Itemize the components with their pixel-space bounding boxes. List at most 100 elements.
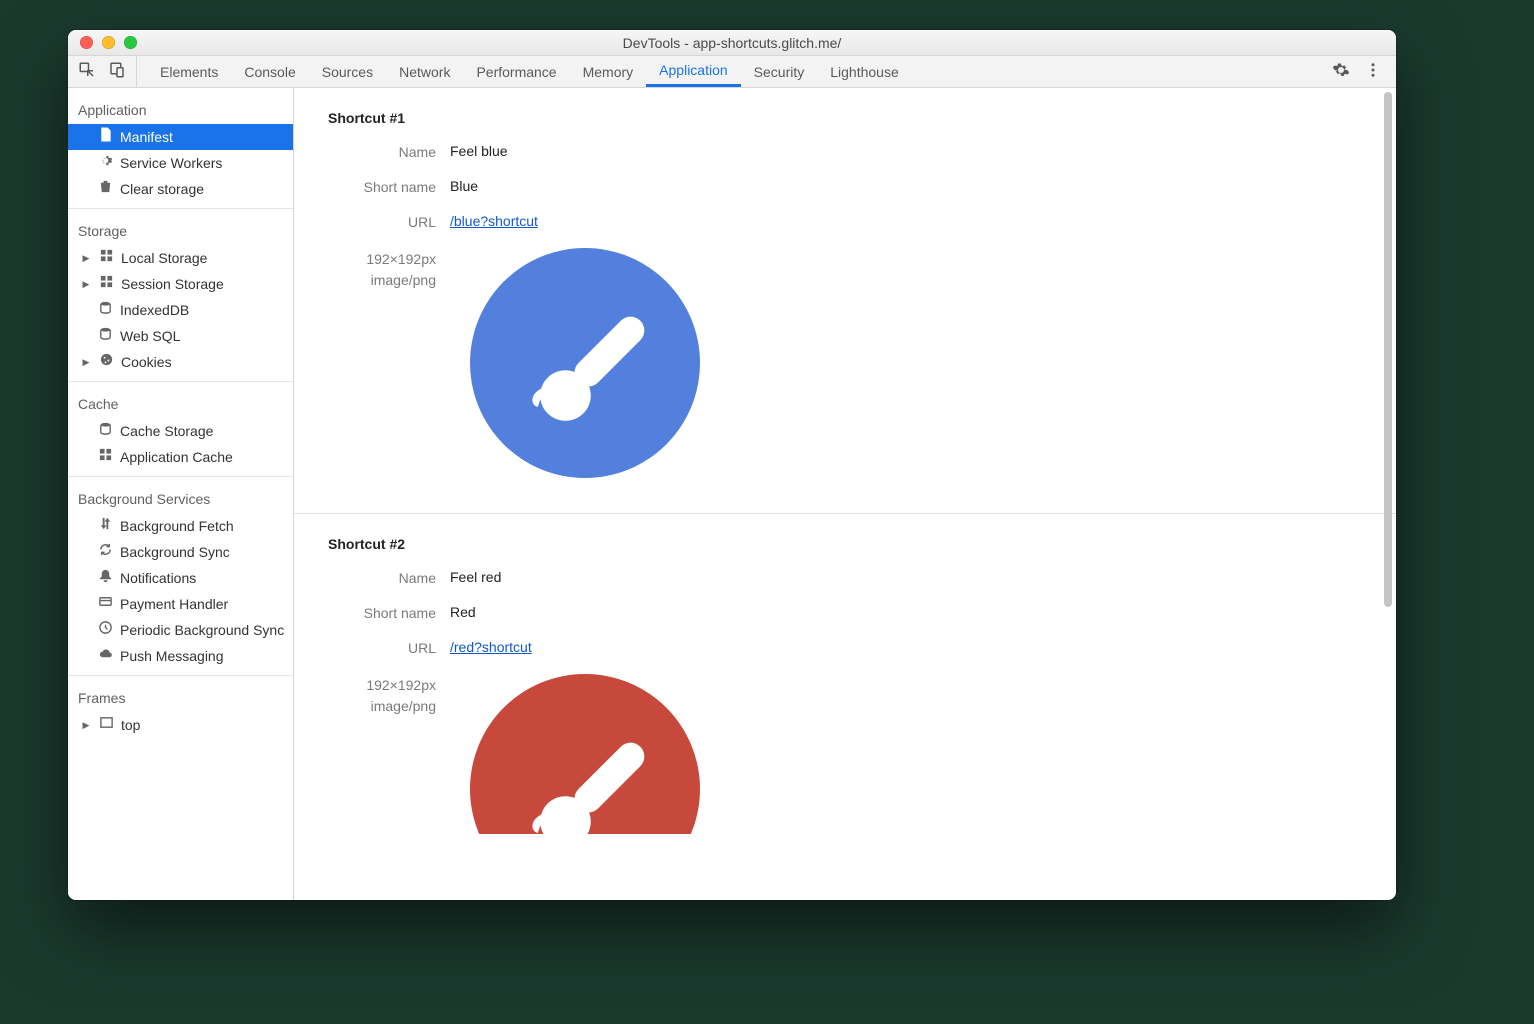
tab-security[interactable]: Security	[741, 56, 818, 87]
icon-size-label: 192×192px	[328, 249, 436, 270]
sidebar-item-manifest[interactable]: Manifest	[68, 124, 293, 150]
brush-icon	[470, 248, 700, 478]
trash-icon	[98, 179, 113, 199]
db-icon	[98, 326, 113, 346]
inspect-element-icon[interactable]	[78, 61, 96, 82]
field-label-url: URL	[328, 639, 436, 656]
db-icon	[98, 421, 113, 441]
sidebar-item-clear-storage[interactable]: Clear storage	[68, 176, 293, 202]
sidebar-item-label: Background Sync	[120, 542, 230, 562]
bell-icon	[98, 568, 113, 588]
group-bg-services: Background Services	[68, 483, 293, 513]
settings-icon[interactable]	[1332, 61, 1350, 82]
sidebar-item-label: Cache Storage	[120, 421, 213, 441]
tab-elements[interactable]: Elements	[147, 56, 231, 87]
window-title: DevTools - app-shortcuts.glitch.me/	[68, 35, 1396, 51]
panel-tabs: Elements Console Sources Network Perform…	[137, 56, 912, 87]
sidebar-item-label: Application Cache	[120, 447, 233, 467]
icon-mime-label: image/png	[328, 696, 436, 717]
chevron-right-icon[interactable]: ▶	[80, 248, 92, 268]
tab-memory[interactable]: Memory	[570, 56, 647, 87]
devtools-toolbar: Elements Console Sources Network Perform…	[68, 56, 1396, 88]
tab-application[interactable]: Application	[646, 56, 741, 87]
sidebar-item-local-storage[interactable]: ▶ Local Storage	[68, 245, 293, 271]
icon-size-label: 192×192px	[328, 675, 436, 696]
sidebar-item-bg-fetch[interactable]: Background Fetch	[68, 513, 293, 539]
field-label-shortname: Short name	[328, 604, 436, 621]
chevron-right-icon[interactable]: ▶	[80, 352, 92, 372]
sidebar-item-websql[interactable]: Web SQL	[68, 323, 293, 349]
titlebar: DevTools - app-shortcuts.glitch.me/	[68, 30, 1396, 56]
shortcut-section-2: Shortcut #2 Name Feel red Short name Red…	[294, 514, 1396, 869]
chevron-right-icon[interactable]: ▶	[80, 715, 92, 735]
sidebar-item-label: Periodic Background Sync	[120, 620, 284, 640]
sidebar-item-label: Push Messaging	[120, 646, 224, 666]
sidebar-item-bg-sync[interactable]: Background Sync	[68, 539, 293, 565]
sidebar-item-top-frame[interactable]: ▶ top	[68, 712, 293, 738]
sidebar-item-label: Web SQL	[120, 326, 180, 346]
sidebar-item-label: Payment Handler	[120, 594, 228, 614]
shortcut-heading: Shortcut #2	[328, 532, 1378, 560]
sidebar-item-label: IndexedDB	[120, 300, 189, 320]
field-label-name: Name	[328, 143, 436, 160]
icon-mime-label: image/png	[328, 270, 436, 291]
sidebar-item-label: Clear storage	[120, 179, 204, 199]
db-icon	[98, 300, 113, 320]
updown-icon	[98, 516, 113, 536]
sidebar-item-label: top	[121, 715, 140, 735]
sidebar-item-periodic-sync[interactable]: Periodic Background Sync	[68, 617, 293, 643]
tab-lighthouse[interactable]: Lighthouse	[817, 56, 912, 87]
sidebar-item-cache-storage[interactable]: Cache Storage	[68, 418, 293, 444]
sidebar-item-push-messaging[interactable]: Push Messaging	[68, 643, 293, 669]
sidebar-item-label: Background Fetch	[120, 516, 234, 536]
sidebar-item-label: Manifest	[120, 127, 173, 147]
sidebar-item-notifications[interactable]: Notifications	[68, 565, 293, 591]
tab-network[interactable]: Network	[386, 56, 463, 87]
shortcut-icon-preview	[470, 674, 700, 834]
shortcut-name-value: Feel blue	[450, 143, 508, 159]
clock-icon	[98, 620, 113, 640]
sidebar-item-cookies[interactable]: ▶ Cookies	[68, 349, 293, 375]
cloud-icon	[98, 646, 113, 666]
sidebar-item-application-cache[interactable]: Application Cache	[68, 444, 293, 470]
sidebar-item-payment-handler[interactable]: Payment Handler	[68, 591, 293, 617]
device-toggle-icon[interactable]	[108, 61, 126, 82]
shortcut-url-link[interactable]: /blue?shortcut	[450, 213, 538, 229]
group-storage: Storage	[68, 215, 293, 245]
frame-icon	[99, 715, 114, 735]
brush-icon	[470, 674, 700, 834]
application-sidebar: Application Manifest Service Workers Cle…	[68, 88, 294, 900]
grid-icon	[98, 447, 113, 467]
sidebar-item-label: Service Workers	[120, 153, 222, 173]
group-frames: Frames	[68, 682, 293, 712]
shortcut-shortname-value: Blue	[450, 178, 478, 194]
group-cache: Cache	[68, 388, 293, 418]
sidebar-item-label: Local Storage	[121, 248, 207, 268]
shortcut-icon-preview	[470, 248, 700, 478]
sidebar-item-service-workers[interactable]: Service Workers	[68, 150, 293, 176]
vertical-scrollbar[interactable]	[1384, 92, 1392, 896]
sync-icon	[98, 542, 113, 562]
scrollbar-thumb[interactable]	[1384, 92, 1392, 607]
cookie-icon	[99, 352, 114, 372]
sidebar-item-session-storage[interactable]: ▶ Session Storage	[68, 271, 293, 297]
sidebar-item-indexeddb[interactable]: IndexedDB	[68, 297, 293, 323]
field-label-url: URL	[328, 213, 436, 230]
tab-sources[interactable]: Sources	[309, 56, 386, 87]
chevron-right-icon[interactable]: ▶	[80, 274, 92, 294]
card-icon	[98, 594, 113, 614]
more-menu-icon[interactable]	[1364, 61, 1382, 82]
sidebar-item-label: Session Storage	[121, 274, 224, 294]
tab-performance[interactable]: Performance	[463, 56, 569, 87]
grid-icon	[99, 274, 114, 294]
group-application: Application	[68, 94, 293, 124]
shortcut-url-link[interactable]: /red?shortcut	[450, 639, 532, 655]
shortcut-section-1: Shortcut #1 Name Feel blue Short name Bl…	[294, 88, 1396, 514]
gear-icon	[98, 153, 113, 173]
tab-console[interactable]: Console	[231, 56, 308, 87]
manifest-view: Shortcut #1 Name Feel blue Short name Bl…	[294, 88, 1396, 900]
sidebar-item-label: Notifications	[120, 568, 196, 588]
sidebar-item-label: Cookies	[121, 352, 172, 372]
file-icon	[98, 127, 113, 147]
shortcut-heading: Shortcut #1	[328, 106, 1378, 134]
